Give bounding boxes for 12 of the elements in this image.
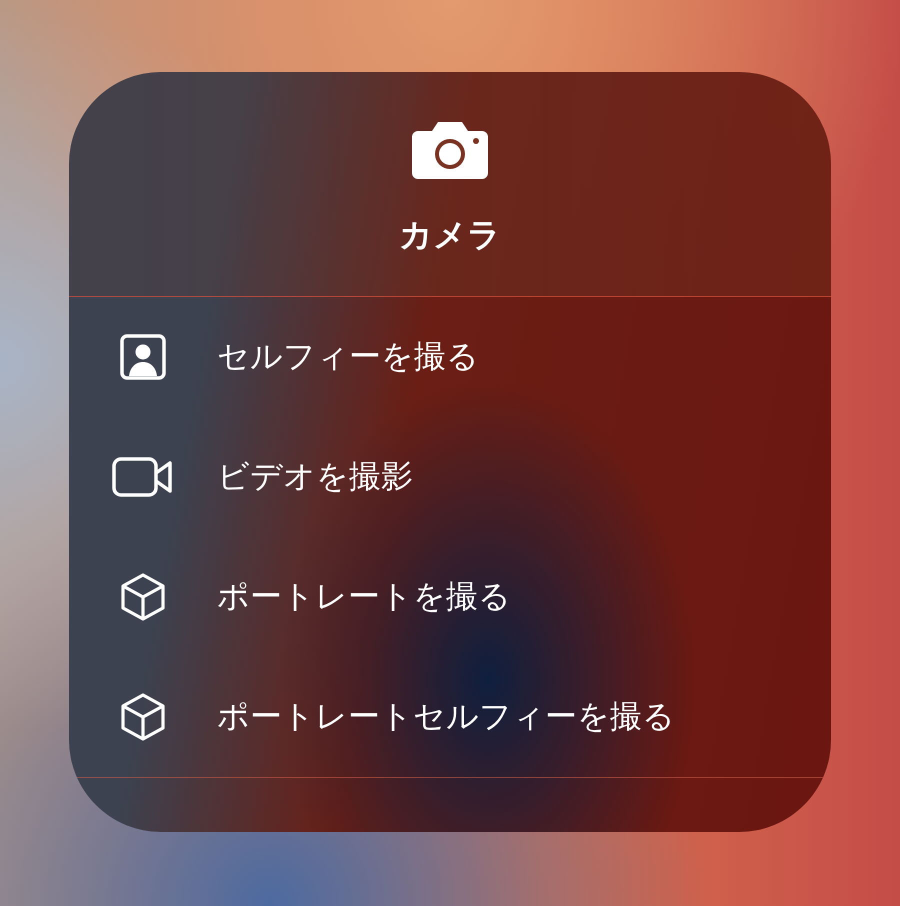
video-camera-icon — [112, 457, 174, 497]
menu-item-label: ポートレートを撮る — [217, 577, 511, 615]
menu-item-label: ビデオを撮影 — [217, 457, 413, 495]
menu-item[interactable]: ビデオを撮影 — [69, 417, 831, 537]
menu-item-label: セルフィーを撮る — [217, 337, 479, 375]
menu-item[interactable]: ポートレートを撮る — [69, 537, 831, 657]
menu-item[interactable]: セルフィーを撮る — [69, 297, 831, 417]
person-icon — [120, 334, 166, 380]
camera-icon — [412, 121, 488, 179]
menu-item-label: ポートレートセルフィーを撮る — [217, 697, 675, 735]
menu-item[interactable]: ポートレートセルフィーを撮る — [69, 657, 831, 777]
menu-title: カメラ — [399, 214, 501, 256]
